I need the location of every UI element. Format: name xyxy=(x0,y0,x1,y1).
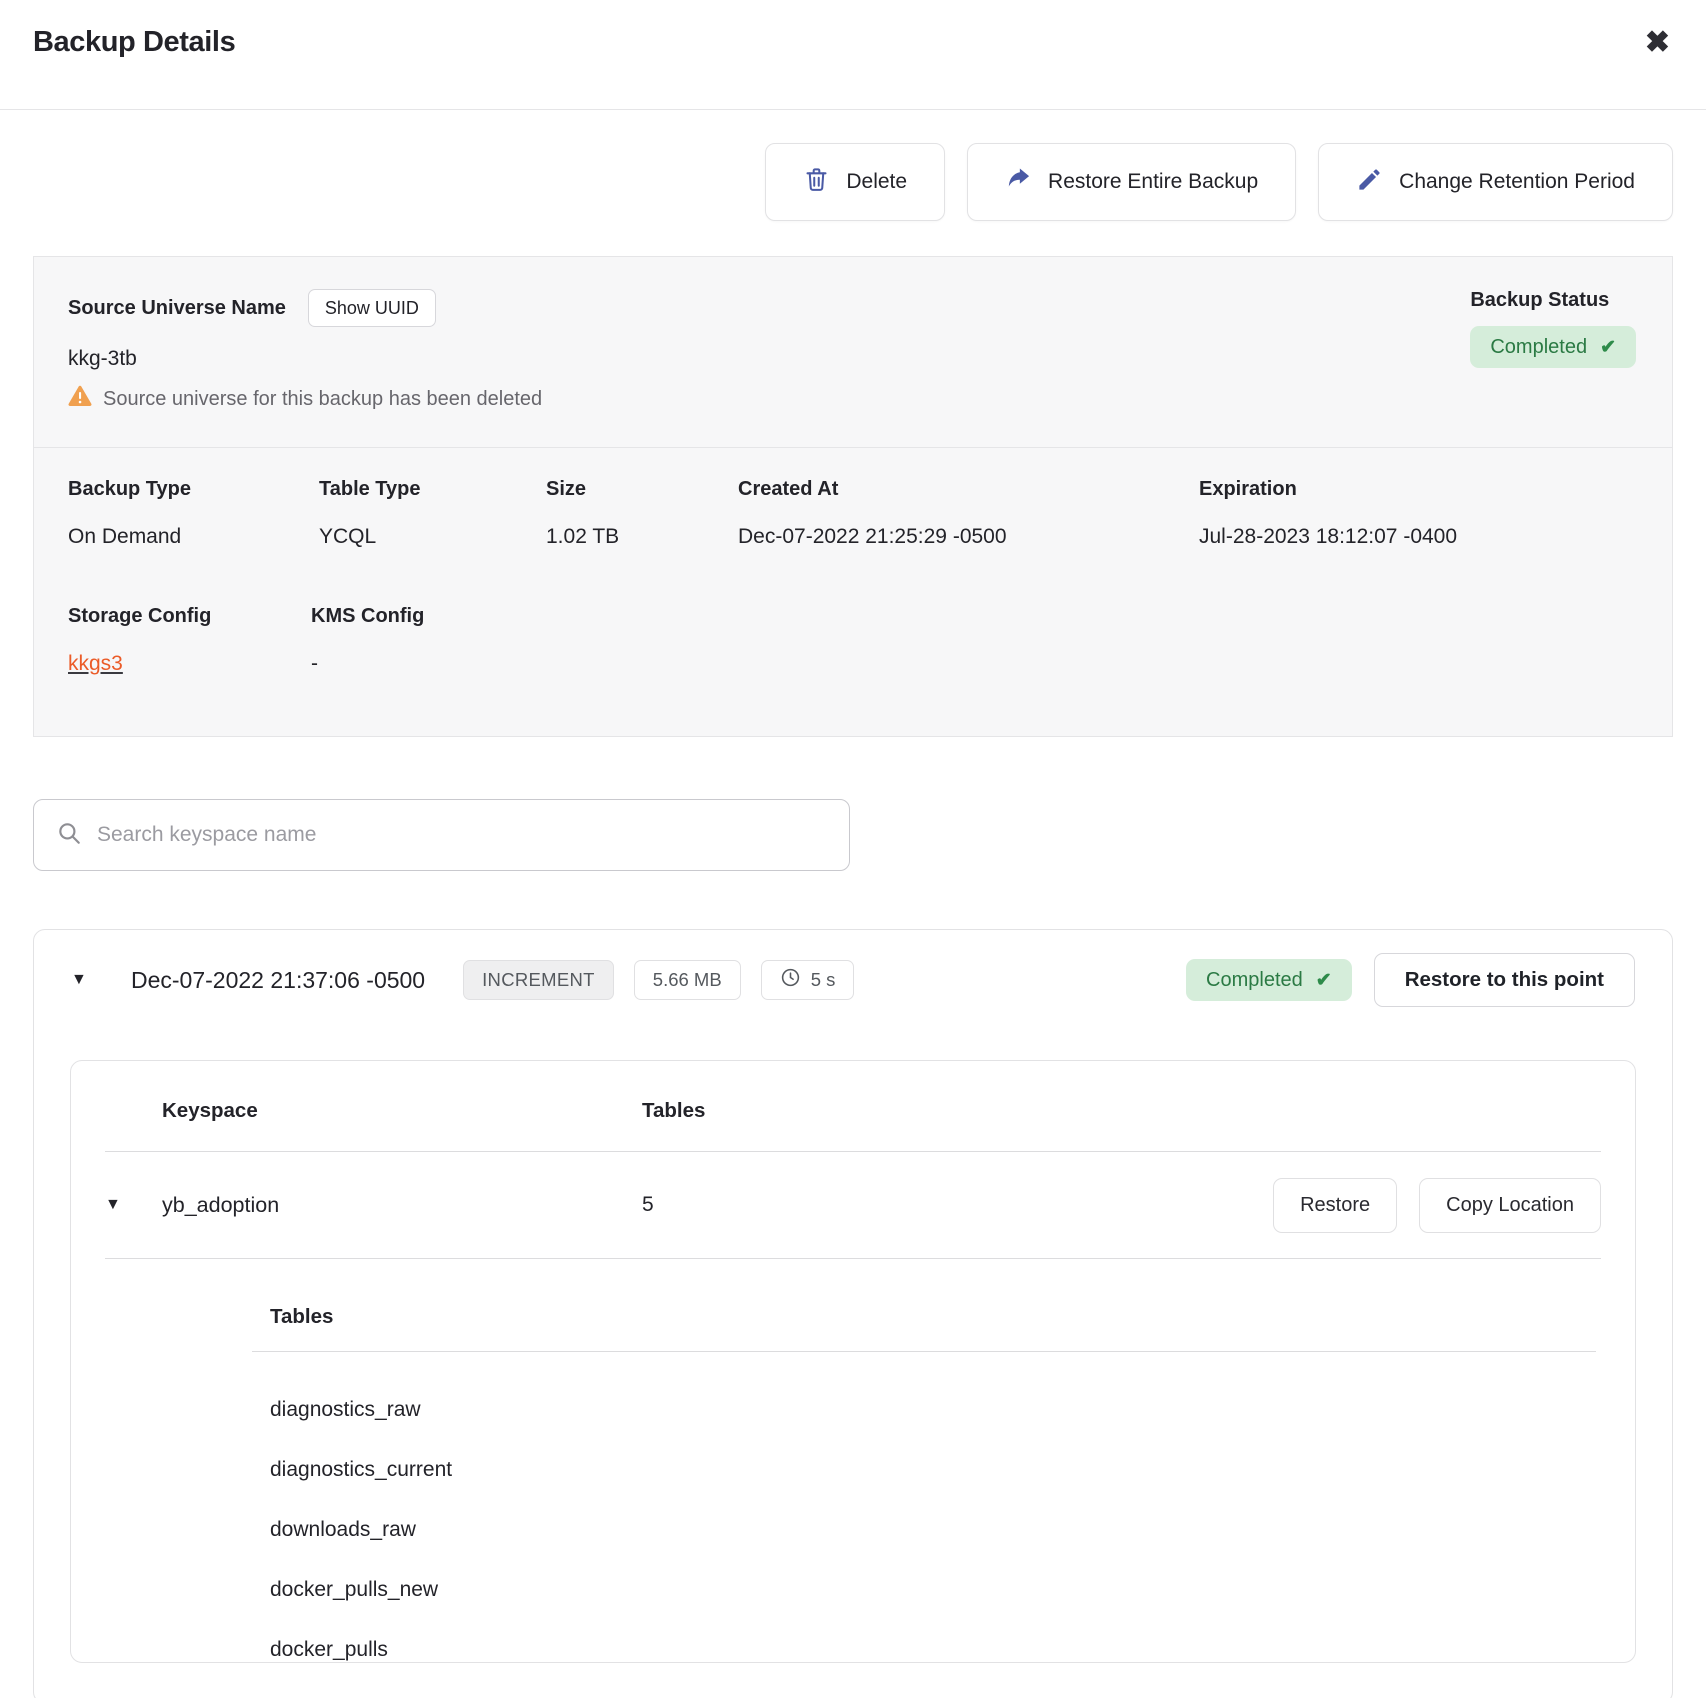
fields-row-primary: Backup Type On Demand Table Type YCQL Si… xyxy=(68,478,1636,549)
restore-to-this-point-button[interactable]: Restore to this point xyxy=(1374,953,1635,1007)
table-row: ▼ yb_adoption 5 Restore Copy Location xyxy=(71,1152,1635,1258)
increment-status-text: Completed xyxy=(1206,969,1303,992)
close-icon[interactable]: ✖ xyxy=(1645,26,1670,60)
field-size: Size 1.02 TB xyxy=(546,478,738,549)
backup-status-text: Completed xyxy=(1490,336,1587,359)
increment-status-badge: Completed ✔ xyxy=(1186,959,1352,1001)
universe-deleted-warning: Source universe for this backup has been… xyxy=(68,385,542,413)
nested-tables-section: Tables diagnostics_raw diagnostics_curre… xyxy=(252,1259,1596,1662)
row-buttons: Restore Copy Location xyxy=(1273,1178,1601,1233)
search-input[interactable] xyxy=(97,823,827,847)
table-type-label: Table Type xyxy=(319,478,546,501)
keyspace-table-card: Keyspace Tables ▼ yb_adoption 5 Restore … xyxy=(70,1060,1636,1663)
change-retention-period-label: Change Retention Period xyxy=(1399,170,1635,194)
storage-config-link[interactable]: kkgs3 xyxy=(68,652,123,675)
keyspace-column-header: Keyspace xyxy=(162,1099,642,1123)
increment-duration-badge: 5 s xyxy=(761,960,855,1000)
universe-name: kkg-3tb xyxy=(68,347,542,371)
source-universe-label: Source Universe Name xyxy=(68,297,286,320)
warning-triangle-icon xyxy=(68,385,92,413)
increment-type-badge: INCREMENT xyxy=(463,960,614,1000)
field-created-at: Created At Dec-07-2022 21:25:29 -0500 xyxy=(738,478,1199,549)
trash-icon xyxy=(803,166,830,199)
summary-fields-section: Backup Type On Demand Table Type YCQL Si… xyxy=(34,448,1672,736)
increment-header-row: ▼ Dec-07-2022 21:37:06 -0500 INCREMENT 5… xyxy=(34,930,1672,1002)
action-buttons-row: Delete Restore Entire Backup Change Rete… xyxy=(33,143,1673,221)
modal-header: Backup Details ✖ xyxy=(0,0,1706,110)
summary-top-section: Source Universe Name Show UUID kkg-3tb xyxy=(34,257,1672,448)
duration-text: 5 s xyxy=(811,969,836,991)
search-icon xyxy=(56,820,82,851)
created-at-label: Created At xyxy=(738,478,1199,501)
source-universe-label-row: Source Universe Name Show UUID xyxy=(68,289,542,327)
backup-status-label: Backup Status xyxy=(1470,289,1636,312)
field-backup-type: Backup Type On Demand xyxy=(68,478,319,549)
source-universe-block: Source Universe Name Show UUID kkg-3tb xyxy=(68,289,542,413)
chevron-down-icon[interactable]: ▼ xyxy=(71,972,91,988)
field-storage-config: Storage Config kkgs3 xyxy=(68,605,311,676)
list-item: docker_pulls xyxy=(270,1638,1596,1662)
restore-button[interactable]: Restore xyxy=(1273,1178,1397,1233)
backup-type-value: On Demand xyxy=(68,525,319,549)
kms-config-label: KMS Config xyxy=(311,605,1636,628)
list-item: diagnostics_raw xyxy=(270,1398,1596,1422)
fields-row-secondary: Storage Config kkgs3 KMS Config - xyxy=(68,605,1636,676)
delete-button[interactable]: Delete xyxy=(765,143,945,221)
change-retention-period-button[interactable]: Change Retention Period xyxy=(1318,143,1673,221)
kms-config-value: - xyxy=(311,652,1636,676)
tables-column-header: Tables xyxy=(642,1099,1601,1123)
restore-entire-backup-label: Restore Entire Backup xyxy=(1048,170,1258,194)
clock-icon xyxy=(780,967,801,993)
expiration-label: Expiration xyxy=(1199,478,1636,501)
backup-summary-panel: Source Universe Name Show UUID kkg-3tb xyxy=(33,256,1673,737)
delete-button-label: Delete xyxy=(846,170,907,194)
increment-backup-card: ▼ Dec-07-2022 21:37:06 -0500 INCREMENT 5… xyxy=(33,929,1673,1698)
increment-size-badge: 5.66 MB xyxy=(634,960,741,1000)
storage-config-label: Storage Config xyxy=(68,605,311,628)
chevron-down-icon[interactable]: ▼ xyxy=(105,1197,125,1213)
field-kms-config: KMS Config - xyxy=(311,605,1636,676)
check-icon: ✔ xyxy=(1600,336,1616,359)
pencil-icon xyxy=(1356,166,1383,199)
keyspace-name: yb_adoption xyxy=(162,1193,642,1218)
keyspace-search-box xyxy=(33,799,850,871)
nested-tables-header: Tables xyxy=(270,1305,1596,1329)
divider xyxy=(252,1351,1596,1352)
list-item: docker_pulls_new xyxy=(270,1578,1596,1602)
restore-arrow-icon xyxy=(1005,166,1032,199)
expiration-value: Jul-28-2023 18:12:07 -0400 xyxy=(1199,525,1636,549)
table-type-value: YCQL xyxy=(319,525,546,549)
size-value: 1.02 TB xyxy=(546,525,738,549)
warning-text: Source universe for this backup has been… xyxy=(103,388,542,411)
modal-content: Delete Restore Entire Backup Change Rete… xyxy=(0,143,1706,1698)
backup-status-block: Backup Status Completed ✔ xyxy=(1470,289,1636,413)
increment-timestamp: Dec-07-2022 21:37:06 -0500 xyxy=(131,967,425,994)
field-expiration: Expiration Jul-28-2023 18:12:07 -0400 xyxy=(1199,478,1636,549)
backup-status-badge: Completed ✔ xyxy=(1470,326,1636,368)
size-label: Size xyxy=(546,478,738,501)
nested-tables-list: diagnostics_raw diagnostics_current down… xyxy=(270,1398,1596,1662)
tables-count: 5 xyxy=(642,1193,1273,1217)
restore-entire-backup-button[interactable]: Restore Entire Backup xyxy=(967,143,1296,221)
keyspace-table-header: Keyspace Tables xyxy=(71,1061,1635,1151)
check-icon: ✔ xyxy=(1316,969,1332,992)
list-item: diagnostics_current xyxy=(270,1458,1596,1482)
copy-location-button[interactable]: Copy Location xyxy=(1419,1178,1601,1233)
show-uuid-button[interactable]: Show UUID xyxy=(308,289,436,327)
backup-type-label: Backup Type xyxy=(68,478,319,501)
field-table-type: Table Type YCQL xyxy=(319,478,546,549)
created-at-value: Dec-07-2022 21:25:29 -0500 xyxy=(738,525,1199,549)
list-item: downloads_raw xyxy=(270,1518,1596,1542)
backup-details-modal: Backup Details ✖ Delete xyxy=(0,0,1706,1698)
page-title: Backup Details xyxy=(33,26,235,59)
